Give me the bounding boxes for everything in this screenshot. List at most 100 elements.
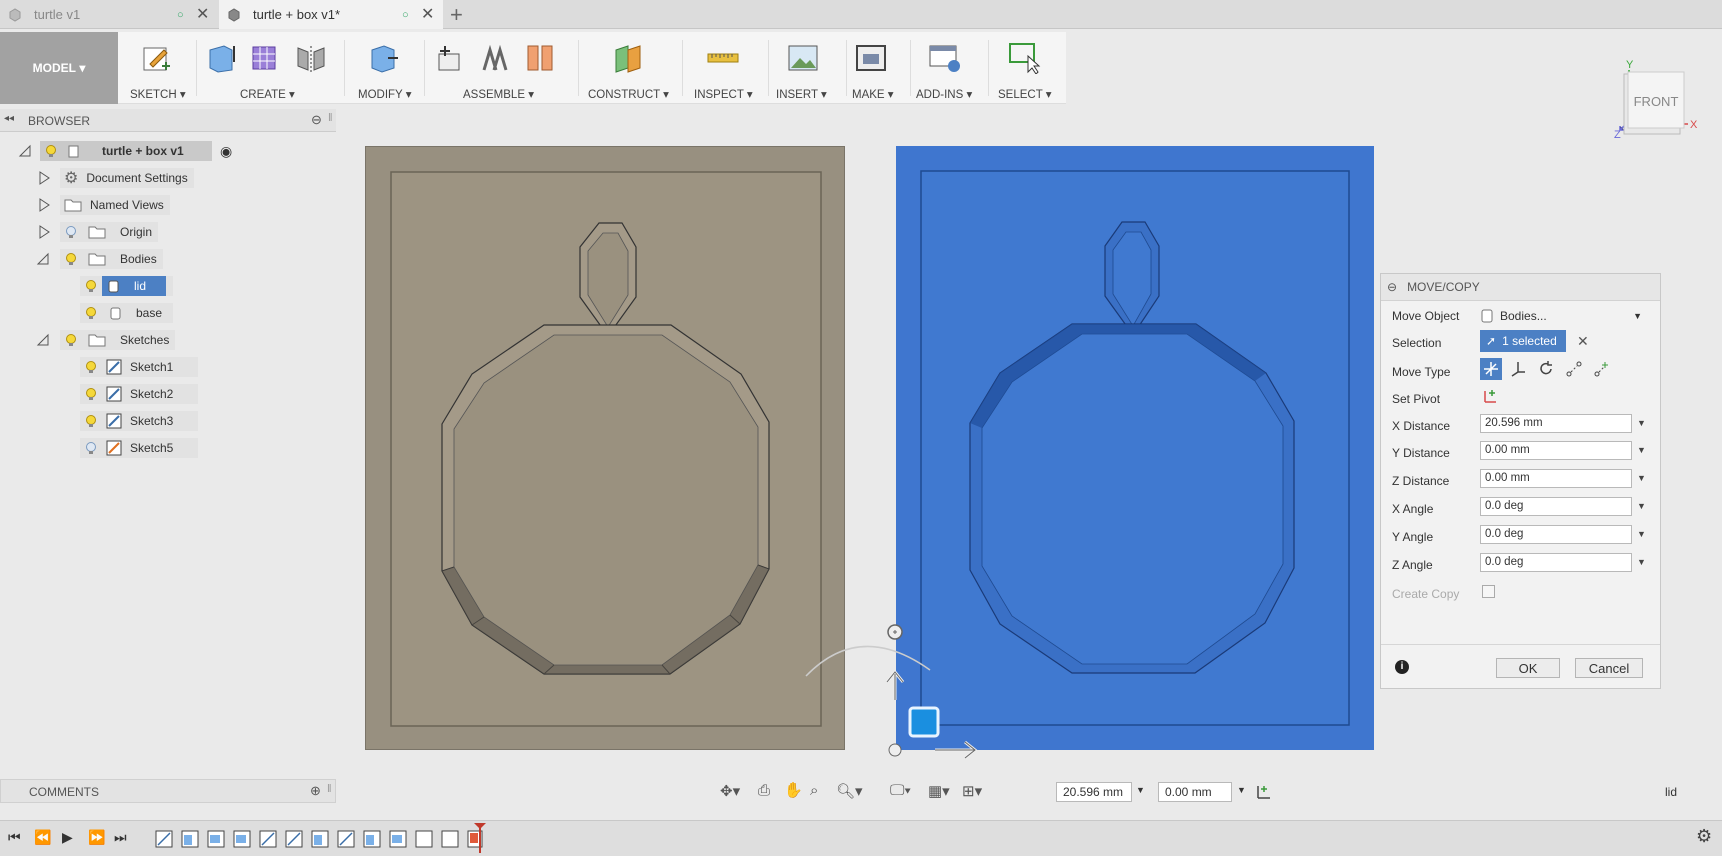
tree-item-lid[interactable]: lid bbox=[80, 276, 173, 296]
lightbulb-off-icon[interactable] bbox=[64, 225, 78, 239]
tree-item-named-views[interactable]: Named Views bbox=[38, 195, 170, 215]
planar-move-handle[interactable] bbox=[908, 706, 940, 738]
tree-item-bodies[interactable]: Bodies bbox=[36, 249, 163, 269]
browser-pin-icon[interactable]: ‖ bbox=[328, 112, 333, 124]
orbit-icon[interactable]: ✥▾ bbox=[720, 782, 740, 800]
lightbulb-icon[interactable] bbox=[44, 144, 58, 158]
create-group[interactable]: CREATE ▾ bbox=[200, 32, 334, 104]
cancel-button[interactable]: Cancel bbox=[1575, 658, 1643, 678]
chevron-down-icon[interactable]: ▼ bbox=[1136, 785, 1145, 795]
comments-pin-icon[interactable]: ‖ bbox=[327, 783, 332, 795]
grid-icon[interactable]: ▦▾ bbox=[928, 782, 950, 800]
nav-offset-input[interactable]: 0.00 mm bbox=[1158, 782, 1232, 802]
display-settings-icon[interactable]: 🖵▾ bbox=[890, 782, 911, 799]
chevron-down-icon[interactable]: ▼ bbox=[1637, 529, 1646, 539]
info-icon[interactable]: i bbox=[1395, 660, 1409, 674]
tab-turtle-box-v1[interactable]: turtle + box v1* ○ ✕ bbox=[219, 0, 443, 29]
tree-item-sketch3[interactable]: Sketch3 bbox=[80, 411, 198, 431]
activate-radio-icon[interactable]: ◉ bbox=[220, 143, 232, 160]
lightbulb-icon[interactable] bbox=[64, 333, 78, 347]
lightbulb-icon[interactable] bbox=[84, 306, 98, 320]
modify-group[interactable]: MODIFY ▾ bbox=[352, 32, 416, 104]
expand-icon[interactable] bbox=[38, 198, 50, 212]
view-cube[interactable]: Y Z X FRONT bbox=[1610, 56, 1700, 146]
lightbulb-icon[interactable] bbox=[84, 387, 98, 401]
z-angle-input[interactable]: 0.0 deg bbox=[1480, 553, 1632, 572]
zoom-icon[interactable]: 🔍︎▾ bbox=[836, 782, 863, 800]
x-distance-input[interactable]: 20.596 mm bbox=[1480, 414, 1632, 433]
x-angle-input[interactable]: 0.0 deg bbox=[1480, 497, 1632, 516]
chevron-down-icon[interactable]: ▼ bbox=[1637, 501, 1646, 511]
insert-group[interactable]: INSERT ▾ bbox=[774, 32, 842, 104]
timeline-features[interactable] bbox=[154, 823, 534, 853]
collapse-browser-icon[interactable]: ◂◂ bbox=[4, 113, 14, 124]
viewports-icon[interactable]: ⊞▾ bbox=[962, 782, 982, 800]
play-icon[interactable]: ▶ bbox=[62, 829, 73, 846]
sketch-group[interactable]: SKETCH ▾ bbox=[124, 32, 192, 104]
make-group[interactable]: MAKE ▾ bbox=[850, 32, 906, 104]
close-tab-icon[interactable]: ✕ bbox=[421, 4, 434, 24]
move-manipulator[interactable] bbox=[800, 620, 1000, 780]
move-object-select[interactable]: Bodies... ▼ bbox=[1480, 305, 1650, 327]
go-to-start-icon[interactable]: ⏮ bbox=[8, 829, 21, 846]
pivot-icon[interactable] bbox=[1482, 387, 1500, 405]
construct-group[interactable]: CONSTRUCT ▾ bbox=[586, 32, 676, 104]
lightbulb-icon[interactable] bbox=[84, 360, 98, 374]
look-at-icon[interactable]: ⎙ bbox=[758, 782, 770, 799]
ok-button[interactable]: OK bbox=[1496, 658, 1560, 678]
browser-options-icon[interactable]: ⊖ bbox=[311, 112, 322, 128]
collapse-dialog-icon[interactable]: ⊖ bbox=[1387, 280, 1397, 294]
timeline-settings-icon[interactable]: ⚙ bbox=[1696, 826, 1712, 847]
zoom-window-icon[interactable]: ⌕ bbox=[810, 782, 818, 799]
y-angle-input[interactable]: 0.0 deg bbox=[1480, 525, 1632, 544]
point-to-point-icon[interactable] bbox=[1565, 360, 1583, 378]
lightbulb-off-icon[interactable] bbox=[84, 441, 98, 455]
z-distance-input[interactable]: 0.00 mm bbox=[1480, 469, 1632, 488]
tab-turtle-v1[interactable]: turtle v1 ○ ✕ bbox=[0, 0, 216, 29]
tree-item-origin[interactable]: Origin bbox=[38, 222, 159, 242]
translate-icon[interactable] bbox=[1509, 360, 1527, 378]
add-comment-icon[interactable]: ⊕ bbox=[310, 783, 321, 799]
selection-button[interactable]: ➚ 1 selected bbox=[1480, 330, 1566, 352]
collapse-icon[interactable] bbox=[18, 144, 32, 158]
tree-item-sketches[interactable]: Sketches bbox=[36, 330, 176, 350]
add-ins-group[interactable]: ADD-INS ▾ bbox=[914, 32, 984, 104]
new-tab-button[interactable]: + bbox=[450, 2, 463, 28]
chevron-down-icon[interactable]: ▼ bbox=[1637, 445, 1646, 455]
nav-distance-input[interactable]: 20.596 mm bbox=[1056, 782, 1132, 802]
lightbulb-icon[interactable] bbox=[84, 414, 98, 428]
step-forward-icon[interactable]: ⏩ bbox=[88, 829, 105, 846]
workspace-switcher[interactable]: MODEL ▾ bbox=[0, 32, 118, 104]
base-body-view[interactable] bbox=[365, 146, 845, 750]
create-copy-checkbox[interactable] bbox=[1482, 585, 1495, 598]
close-tab-icon[interactable]: ✕ bbox=[196, 4, 209, 24]
expand-icon[interactable] bbox=[38, 225, 50, 239]
rotate-icon[interactable] bbox=[1537, 360, 1555, 378]
collapse-icon[interactable] bbox=[36, 333, 50, 347]
assemble-group[interactable]: ASSEMBLE ▾ bbox=[430, 32, 570, 104]
tree-item-base[interactable]: base bbox=[80, 303, 173, 323]
axes-icon[interactable] bbox=[1254, 782, 1274, 802]
chevron-down-icon[interactable]: ▼ bbox=[1637, 557, 1646, 567]
expand-icon[interactable] bbox=[38, 171, 50, 185]
y-distance-input[interactable]: 0.00 mm bbox=[1480, 441, 1632, 460]
tree-root[interactable]: turtle + box v1 ◉ bbox=[18, 141, 232, 161]
tree-item-sketch1[interactable]: Sketch1 bbox=[80, 357, 198, 377]
select-group[interactable]: SELECT ▾ bbox=[994, 32, 1064, 104]
chevron-down-icon[interactable]: ▼ bbox=[1237, 785, 1246, 795]
lightbulb-icon[interactable] bbox=[84, 279, 98, 293]
point-to-position-icon[interactable] bbox=[1593, 360, 1611, 378]
collapse-icon[interactable] bbox=[36, 252, 50, 266]
lightbulb-icon[interactable] bbox=[64, 252, 78, 266]
chevron-down-icon[interactable]: ▼ bbox=[1637, 473, 1646, 483]
chevron-down-icon[interactable]: ▼ bbox=[1637, 418, 1646, 428]
step-back-icon[interactable]: ⏪ bbox=[34, 829, 51, 846]
inspect-group[interactable]: INSPECT ▾ bbox=[690, 32, 762, 104]
tree-item-sketch2[interactable]: Sketch2 bbox=[80, 384, 198, 404]
origin-handle-icon[interactable] bbox=[888, 743, 902, 757]
pan-icon[interactable]: ✋ bbox=[784, 781, 803, 799]
go-to-end-icon[interactable]: ⏭ bbox=[114, 829, 127, 846]
tree-item-document-settings[interactable]: ⚙ Document Settings bbox=[38, 168, 194, 188]
tree-item-sketch5[interactable]: Sketch5 bbox=[80, 438, 198, 458]
clear-selection-icon[interactable]: ✕ bbox=[1577, 333, 1589, 350]
